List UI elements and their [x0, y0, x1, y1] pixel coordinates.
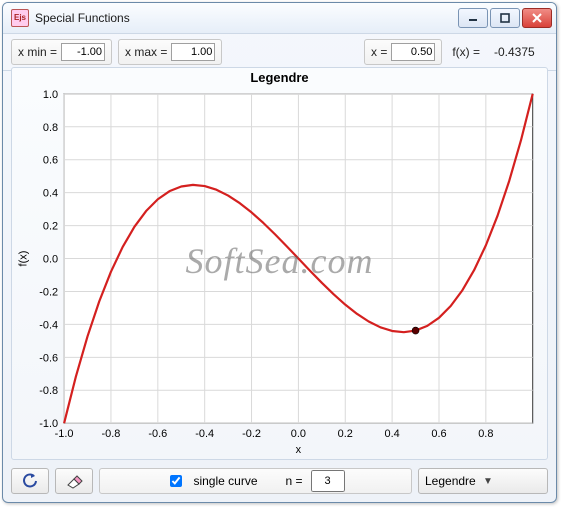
svg-text:0.0: 0.0	[291, 428, 306, 440]
chevron-down-icon: ▼	[483, 476, 541, 487]
single-curve-label: single curve	[193, 474, 257, 488]
svg-text:-0.2: -0.2	[39, 286, 58, 298]
function-combo[interactable]: Legendre ▼	[418, 468, 548, 494]
n-label: n =	[286, 474, 303, 488]
svg-text:Legendre: Legendre	[250, 70, 308, 85]
function-combo-value: Legendre	[425, 474, 483, 488]
svg-text:x: x	[296, 444, 302, 456]
svg-text:f(x): f(x)	[17, 251, 29, 267]
maximize-icon	[500, 13, 510, 23]
x-label: x =	[371, 45, 387, 59]
mid-controls: single curve n =	[99, 468, 412, 494]
bottom-bar: single curve n = Legendre ▼	[11, 466, 548, 496]
svg-text:0.6: 0.6	[431, 428, 446, 440]
svg-text:0.2: 0.2	[338, 428, 353, 440]
window-buttons	[458, 8, 552, 28]
svg-text:0.8: 0.8	[478, 428, 493, 440]
xmax-label: x max =	[125, 45, 167, 59]
xmin-label: x min =	[18, 45, 57, 59]
minimize-icon	[468, 13, 478, 23]
reset-button[interactable]	[11, 468, 49, 494]
svg-text:0.6: 0.6	[43, 155, 58, 167]
svg-text:0.8: 0.8	[43, 122, 58, 134]
xmin-input[interactable]	[61, 43, 105, 61]
n-input[interactable]	[311, 470, 345, 492]
app-window: Ejs Special Functions x min = x max = x …	[2, 2, 557, 503]
x-box: x =	[364, 39, 442, 65]
svg-text:-0.4: -0.4	[39, 319, 58, 331]
window-title: Special Functions	[35, 11, 458, 25]
top-controls: x min = x max = x = f(x) = -0.4375	[3, 34, 556, 71]
svg-text:0.4: 0.4	[43, 188, 58, 200]
svg-text:0.0: 0.0	[43, 254, 58, 266]
single-curve-checkbox[interactable]	[170, 475, 182, 487]
maximize-button[interactable]	[490, 8, 520, 28]
svg-text:-0.6: -0.6	[148, 428, 167, 440]
reset-icon	[21, 473, 39, 489]
svg-text:-0.8: -0.8	[102, 428, 121, 440]
eraser-icon	[65, 473, 83, 489]
minimize-button[interactable]	[458, 8, 488, 28]
svg-text:0.2: 0.2	[43, 221, 58, 233]
x-input[interactable]	[391, 43, 435, 61]
svg-text:-0.6: -0.6	[39, 352, 58, 364]
svg-text:-1.0: -1.0	[39, 418, 58, 430]
clear-button[interactable]	[55, 468, 93, 494]
plot-panel: Legendre -1.0 -0.8 -0.6 -0.4 -0.2 0.0 0.2 0.4 0.6…	[11, 67, 548, 460]
close-button[interactable]	[522, 8, 552, 28]
xmin-box: x min =	[11, 39, 112, 65]
xmax-input[interactable]	[171, 43, 215, 61]
fx-value: -0.4375	[490, 45, 548, 59]
fx-label: f(x) =	[448, 45, 484, 59]
svg-text:1.0: 1.0	[43, 89, 58, 101]
svg-text:0.4: 0.4	[385, 428, 400, 440]
svg-text:-0.8: -0.8	[39, 385, 58, 397]
svg-text:-0.4: -0.4	[195, 428, 214, 440]
close-icon	[532, 13, 542, 23]
app-icon: Ejs	[11, 9, 29, 27]
title-bar: Ejs Special Functions	[3, 3, 556, 34]
legendre-chart: Legendre -1.0 -0.8 -0.6 -0.4 -0.2 0.0 0.2 0.4 0.6…	[12, 68, 547, 459]
xmax-box: x max =	[118, 39, 222, 65]
svg-text:-0.2: -0.2	[242, 428, 261, 440]
